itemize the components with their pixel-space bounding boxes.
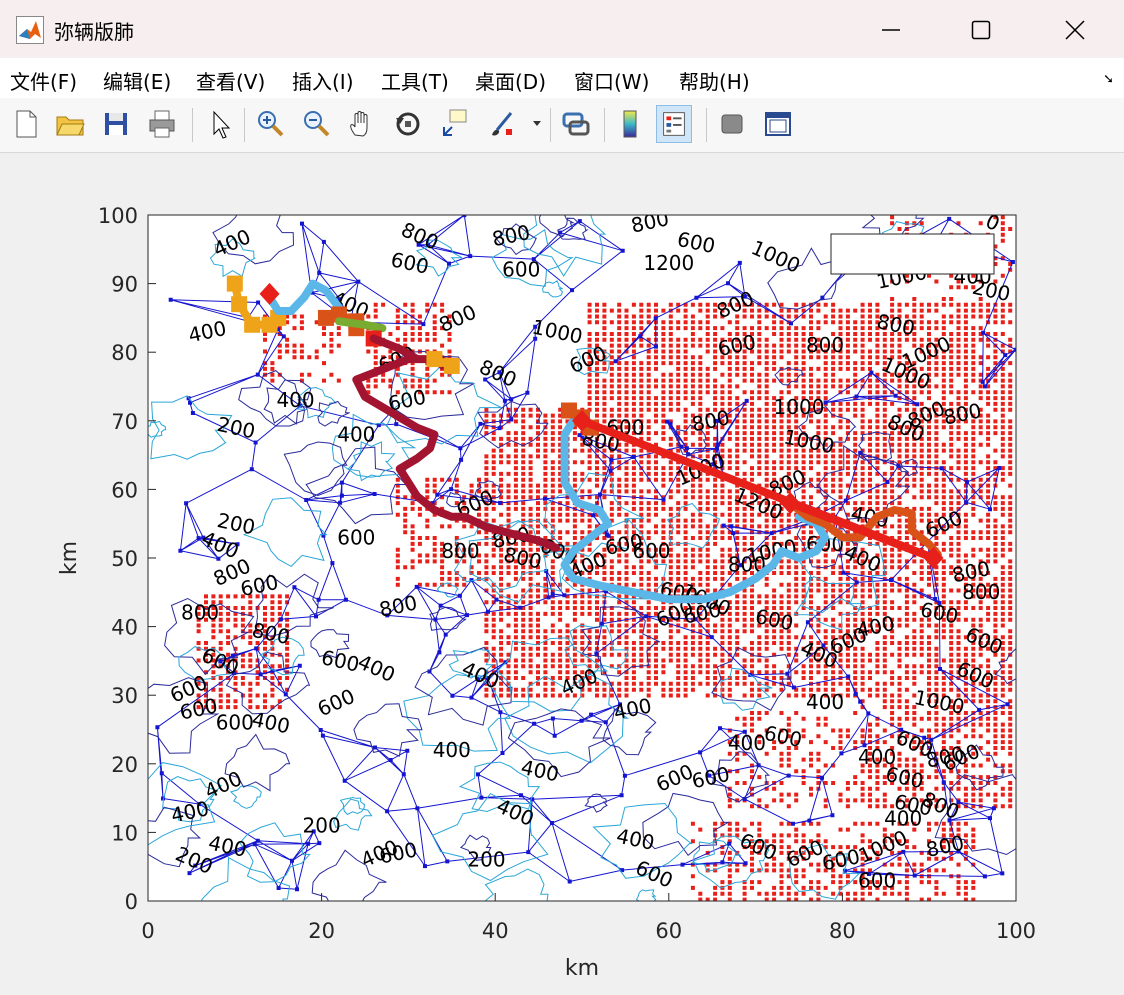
figure-canvas: 400 400 400 200 400 600 600 400 600 800 800 800 600 1… (2, 153, 1120, 991)
menu-tools[interactable]: 工具(T) (381, 66, 449, 95)
y-tick-label: 30 (111, 684, 138, 708)
x-tick-label: 100 (996, 919, 1036, 943)
colorbar-icon[interactable] (612, 105, 648, 143)
contour-label: 400 (806, 690, 844, 714)
contour-label: 800 (181, 601, 219, 625)
contour-label: 600 (502, 258, 540, 282)
minimize-button[interactable] (866, 10, 916, 50)
new-file-icon[interactable] (8, 105, 44, 143)
menu-window[interactable]: 窗口(W) (574, 66, 649, 95)
series-square-marker (226, 275, 243, 292)
y-tick-label: 60 (111, 478, 138, 502)
y-axis-label: km (57, 541, 82, 575)
contour-label: 800 (441, 539, 479, 563)
legend-icon[interactable] (656, 105, 692, 143)
contour-label: 800 (806, 333, 844, 357)
contour-label: 600 (858, 868, 896, 892)
menu-view[interactable]: 查看(V) (196, 66, 265, 95)
zoom-in-icon[interactable] (252, 105, 288, 143)
x-tick-label: 0 (141, 919, 154, 943)
y-tick-label: 100 (98, 204, 138, 228)
contour-label: 200 (303, 813, 341, 837)
hide-plot-tools-icon[interactable] (714, 105, 750, 143)
legend-box[interactable] (830, 233, 995, 275)
series-square-marker (244, 316, 261, 333)
data-cursor-icon[interactable] (436, 105, 472, 143)
title-bar[interactable]: 弥辆版肺 (0, 0, 1124, 58)
x-tick-label: 40 (482, 919, 509, 943)
path-plot[interactable]: 4004004002004006006004006008008008006001… (2, 153, 1120, 991)
series-square-marker (426, 351, 443, 368)
figure-toolbar (0, 98, 1124, 153)
show-plot-tools-icon[interactable] (760, 105, 796, 143)
y-tick-label: 90 (111, 273, 138, 297)
x-tick-label: 60 (655, 919, 682, 943)
brush-dropdown-arrow-icon[interactable] (532, 120, 542, 128)
contour-label: 600 (216, 711, 254, 735)
y-tick-label: 0 (125, 890, 138, 914)
contour-label: 400 (433, 738, 471, 762)
contour-label: 400 (276, 388, 314, 412)
contour-label: 400 (337, 422, 375, 446)
contour-label: 1200 (643, 251, 694, 275)
close-button[interactable] (1050, 10, 1100, 50)
series-square-marker (443, 357, 460, 374)
rotate-3d-icon[interactable] (390, 105, 426, 143)
y-tick-label: 80 (111, 341, 138, 365)
menu-desktop[interactable]: 桌面(D) (475, 66, 546, 95)
maximize-button[interactable] (956, 10, 1006, 50)
contour-label: 600 (337, 525, 375, 549)
maximize-icon (971, 20, 991, 40)
minimize-icon (882, 29, 900, 31)
menu-edit[interactable]: 编辑(E) (103, 66, 171, 95)
menu-insert[interactable]: 插入(I) (292, 66, 354, 95)
y-tick-label: 20 (111, 753, 138, 777)
contour-label: 400 (728, 731, 766, 755)
y-tick-label: 10 (111, 821, 138, 845)
contour-label: 800 (962, 580, 1000, 604)
close-icon (1065, 20, 1085, 40)
matlab-figure-window: 弥辆版肺 文件(F) 编辑(E) 查看(V) 插入(I) 工具(T) 桌面(D)… (0, 0, 1124, 995)
pointer-icon[interactable] (202, 105, 238, 143)
y-tick-label: 50 (111, 547, 138, 571)
pan-hand-icon[interactable] (344, 105, 380, 143)
menu-bar: 文件(F) 编辑(E) 查看(V) 插入(I) 工具(T) 桌面(D) 窗口(W… (0, 58, 1124, 98)
x-axis-label: km (565, 956, 599, 981)
matlab-app-icon (16, 16, 44, 44)
y-tick-label: 40 (111, 616, 138, 640)
x-tick-label: 20 (308, 919, 335, 943)
contour-label: 200 (467, 848, 505, 872)
menu-file[interactable]: 文件(F) (10, 66, 77, 95)
contour-label: 600 (632, 539, 670, 563)
window-title: 弥辆版肺 (54, 20, 134, 44)
save-icon[interactable] (98, 105, 134, 143)
x-tick-label: 80 (829, 919, 856, 943)
y-tick-label: 70 (111, 410, 138, 434)
link-plot-icon[interactable] (558, 105, 594, 143)
brush-icon[interactable] (484, 105, 520, 143)
menu-help[interactable]: 帮助(H) (679, 66, 750, 95)
dock-arrow-icon[interactable]: ➘ (1103, 72, 1114, 87)
series-square-marker (231, 296, 248, 313)
zoom-out-icon[interactable] (298, 105, 334, 143)
contour-label: 1000 (774, 395, 825, 419)
print-icon[interactable] (144, 105, 180, 143)
open-folder-icon[interactable] (52, 105, 88, 143)
